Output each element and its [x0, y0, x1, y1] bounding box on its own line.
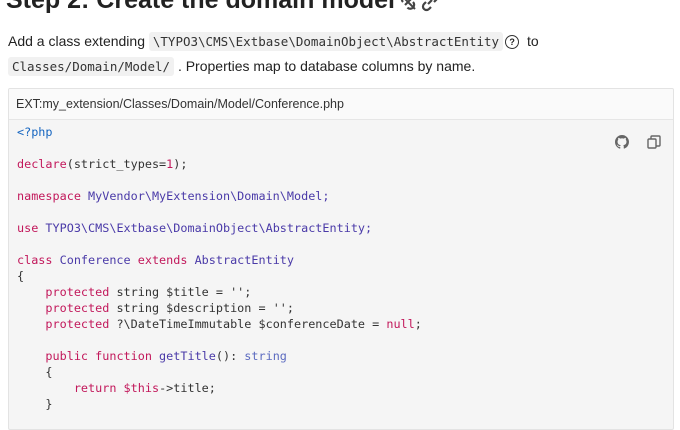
copy-icon[interactable]	[647, 135, 661, 149]
code-line: return $this->title;	[17, 381, 216, 395]
code-line: {	[17, 269, 25, 283]
para-to: to	[526, 33, 539, 49]
heading-icons	[397, 0, 441, 16]
code-line: use TYPO3\CMS\Extbase\DomainObject\Abstr…	[17, 221, 373, 235]
path-code: Classes/Domain/Model/	[8, 57, 175, 76]
code-line: protected string $title = '';	[17, 285, 252, 299]
code-line: }	[17, 397, 53, 411]
code-filename: EXT:my_extension/Classes/Domain/Model/Co…	[9, 89, 673, 120]
intro-paragraph: Add a class extending \TYPO3\CMS\Extbase…	[8, 29, 668, 79]
code-line: class Conference extends AbstractEntity	[17, 253, 295, 267]
code-actions	[615, 135, 661, 149]
section-heading: Step 2: Create the domain model	[6, 0, 441, 16]
code-line: namespace MyVendor\MyExtension\Domain\Mo…	[17, 189, 330, 203]
code-line: {	[17, 365, 53, 379]
heading-title: Step 2: Create the domain model	[6, 0, 395, 14]
code-line: public function getTitle(): string	[17, 349, 287, 363]
para-prefix: Add a class extending	[8, 33, 149, 49]
code-block: EXT:my_extension/Classes/Domain/Model/Co…	[8, 88, 674, 430]
github-icon[interactable]	[615, 135, 629, 149]
link-off-icon[interactable]	[397, 0, 419, 13]
code-line: <?php	[17, 125, 53, 139]
code-content: <?php declare(strict_types=1); namespace…	[9, 120, 673, 412]
para-suffix: . Properties map to database columns by …	[177, 58, 476, 74]
code-line: protected ?\DateTimeImmutable $conferenc…	[17, 317, 422, 331]
code-line: declare(strict_types=1);	[17, 157, 188, 171]
help-icon[interactable]: ?	[505, 35, 520, 49]
code-line: protected string $description = '';	[17, 301, 295, 315]
class-name-code: \TYPO3\CMS\Extbase\DomainObject\Abstract…	[148, 32, 504, 51]
link-icon[interactable]	[419, 0, 441, 13]
